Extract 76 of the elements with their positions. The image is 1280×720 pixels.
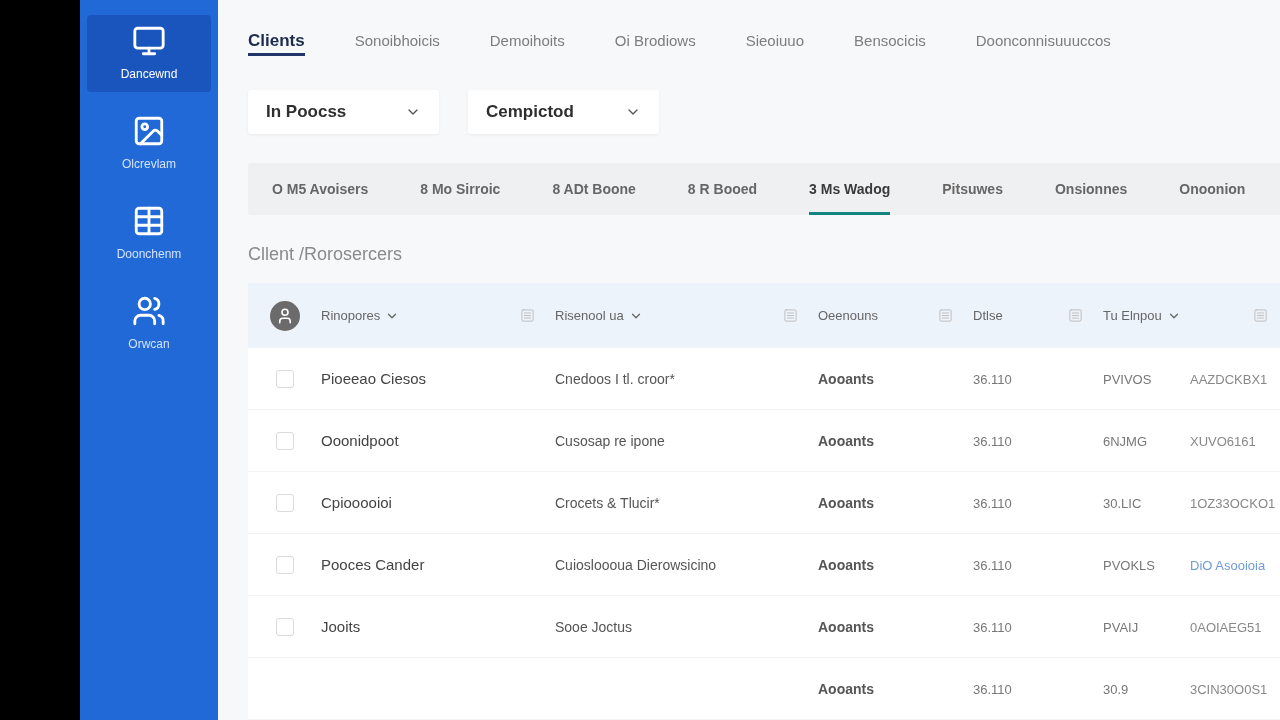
table-cell: Aooants bbox=[818, 494, 874, 511]
table-cell: Jooits bbox=[321, 617, 361, 635]
monitor-icon bbox=[132, 24, 166, 58]
status-tab[interactable]: Onoonion bbox=[1179, 163, 1246, 215]
table-cell: Cusosap re ipone bbox=[555, 432, 665, 449]
list-icon bbox=[1253, 308, 1268, 323]
people-icon bbox=[132, 294, 166, 328]
table-cell: 6NJMG bbox=[1103, 433, 1148, 449]
table-cell: 36.110 bbox=[973, 557, 1012, 573]
column-header: Oeenouns bbox=[818, 306, 878, 325]
table-cell: 3CIN30O0S1 bbox=[1190, 681, 1268, 697]
table-cell: Aooants bbox=[818, 432, 874, 449]
table-cell: 30.9 bbox=[1103, 681, 1129, 697]
column-header[interactable]: Tu Elnpou bbox=[1103, 305, 1181, 326]
list-icon bbox=[1068, 308, 1083, 323]
status-tab[interactable]: Pitsuwes bbox=[942, 163, 1003, 215]
table-cell: Aooants bbox=[818, 556, 874, 573]
table-cell: 1OZ33OCKO1 bbox=[1190, 495, 1276, 511]
table-cell: Crocets & Tlucir* bbox=[555, 494, 660, 511]
sidebar-item[interactable]: Doonchenm bbox=[87, 195, 211, 272]
row-checkbox[interactable] bbox=[276, 555, 294, 574]
sidebar-item[interactable]: Olcrevlam bbox=[87, 105, 211, 182]
row-checkbox[interactable] bbox=[276, 493, 294, 512]
status-tab[interactable]: 8 Mo Sirroic bbox=[420, 163, 501, 215]
table-cell: 36.110 bbox=[973, 495, 1012, 511]
table-cell: PVIVOS bbox=[1103, 371, 1152, 387]
table-cell: 36.110 bbox=[973, 619, 1012, 635]
row-checkbox[interactable] bbox=[276, 617, 294, 636]
table-cell: 30.LIC bbox=[1103, 495, 1142, 511]
table-cell: AAZDCKBX1 bbox=[1190, 371, 1268, 387]
table-cell: 0AOIAEG51 bbox=[1190, 619, 1262, 635]
filter-dropdown[interactable]: Cempictod bbox=[468, 90, 659, 134]
table-cell: Aooants bbox=[818, 370, 874, 387]
table-icon bbox=[132, 204, 166, 238]
sidebar-item[interactable]: Dancewnd bbox=[87, 15, 211, 92]
table-cell: Pooces Cander bbox=[321, 555, 425, 573]
status-tab[interactable]: 8 R Booed bbox=[687, 163, 758, 215]
table-cell: XUVO6161 bbox=[1190, 433, 1256, 449]
user-avatar-icon bbox=[270, 300, 300, 331]
table-cell: 36.110 bbox=[973, 681, 1012, 697]
nav-tab[interactable]: Bensocicis bbox=[854, 30, 926, 56]
nav-tab[interactable]: Clients bbox=[248, 30, 305, 56]
table-cell: PVOKLS bbox=[1103, 557, 1156, 573]
table-cell: Cuiosloooua Dierowsicino bbox=[555, 556, 717, 573]
status-tab[interactable]: Onsionnes bbox=[1054, 163, 1128, 215]
status-tab[interactable]: O M5 Avoisers bbox=[272, 163, 369, 215]
status-tab[interactable]: 3 Ms Wadog bbox=[809, 163, 891, 215]
table-cell: Ooonidpoot bbox=[321, 431, 399, 449]
table-cell: Cnedoos I tl. croor* bbox=[555, 370, 675, 387]
status-tab[interactable]: 8 ADt Boone bbox=[552, 163, 636, 215]
row-checkbox[interactable] bbox=[276, 369, 294, 388]
column-header: Dtlse bbox=[973, 306, 1003, 325]
table-cell: 36.110 bbox=[973, 433, 1012, 449]
list-icon bbox=[520, 308, 535, 323]
row-checkbox[interactable] bbox=[276, 431, 294, 450]
column-header[interactable]: Rinopores bbox=[321, 305, 400, 326]
column-header[interactable]: Risenool ua bbox=[555, 305, 643, 326]
table-cell: Aooants bbox=[818, 680, 874, 697]
image-icon bbox=[132, 114, 166, 148]
nav-tab[interactable]: Sonoibhoicis bbox=[354, 30, 440, 56]
table-cell: Cpiooooioi bbox=[321, 493, 392, 511]
list-icon bbox=[783, 308, 798, 323]
table-cell: 36.110 bbox=[973, 371, 1012, 387]
table-cell: Aooants bbox=[818, 618, 874, 635]
list-icon bbox=[938, 308, 953, 323]
sidebar-item[interactable]: Orwcan bbox=[87, 285, 211, 362]
table-link[interactable]: DiO Asooioia bbox=[1190, 557, 1266, 573]
table-cell: PVAIJ bbox=[1103, 619, 1139, 635]
table-cell: Pioeeao Ciesos bbox=[321, 369, 427, 387]
table-cell: Sooe Joctus bbox=[555, 618, 633, 635]
nav-tab[interactable]: Sieoiuuo bbox=[745, 30, 805, 56]
nav-tab[interactable]: Demoihoits bbox=[489, 30, 565, 56]
breadcrumb: Cllent /Rorosercers bbox=[248, 242, 403, 266]
nav-tab[interactable]: Oi Brodiows bbox=[614, 30, 696, 56]
filter-dropdown[interactable]: In Poocss bbox=[248, 90, 439, 134]
nav-tab[interactable]: Doonconnisuuuccos bbox=[975, 30, 1111, 56]
